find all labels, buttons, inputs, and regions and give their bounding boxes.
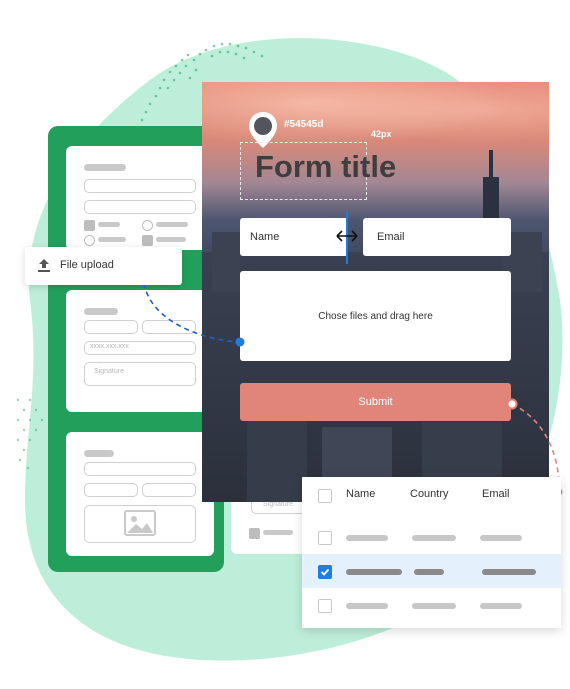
- cell-placeholder: [412, 535, 456, 541]
- submissions-table: Name Country Email: [302, 477, 561, 628]
- cell-placeholder: [482, 569, 536, 575]
- checkmark-icon: [320, 568, 330, 576]
- select-all-checkbox[interactable]: [318, 489, 332, 503]
- table-row-selected[interactable]: [302, 554, 561, 588]
- cell-placeholder: [346, 569, 402, 575]
- column-header-country[interactable]: Country: [410, 488, 449, 500]
- cell-placeholder: [480, 535, 522, 541]
- cell-placeholder: [414, 569, 444, 575]
- row-checkbox-checked[interactable]: [318, 565, 332, 579]
- column-header-email[interactable]: Email: [482, 488, 510, 500]
- cell-placeholder: [346, 535, 388, 541]
- file-upload-callout[interactable]: File upload: [25, 247, 182, 285]
- table-row[interactable]: [302, 520, 561, 554]
- table-row[interactable]: [302, 588, 561, 622]
- row-checkbox[interactable]: [318, 531, 332, 545]
- file-upload-label: File upload: [60, 259, 114, 271]
- cell-placeholder: [346, 603, 388, 609]
- upload-icon: [38, 259, 50, 272]
- cell-placeholder: [480, 603, 522, 609]
- column-header-name[interactable]: Name: [346, 488, 375, 500]
- cell-placeholder: [412, 603, 456, 609]
- row-checkbox[interactable]: [318, 599, 332, 613]
